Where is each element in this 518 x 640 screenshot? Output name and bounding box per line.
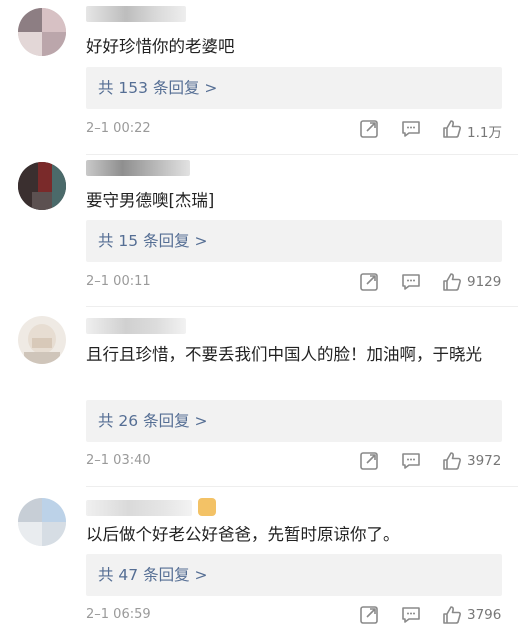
comment-icon[interactable] <box>400 271 422 293</box>
view-replies-button[interactable]: 共 26 条回复 > <box>86 400 502 442</box>
view-replies-button[interactable]: 共 153 条回复 > <box>86 67 502 109</box>
comment-time: 2–1 03:40 <box>86 453 151 468</box>
thumbs-up-icon[interactable] <box>441 450 463 472</box>
comment-text: 以后做个好老公好爸爸，先暂时原谅你了。 <box>86 525 400 544</box>
avatar[interactable] <box>18 8 66 56</box>
comment-time: 2–1 06:59 <box>86 607 151 622</box>
comment-text: 好好珍惜你的老婆吧 <box>86 37 235 56</box>
share-icon[interactable] <box>358 118 380 140</box>
username-blurred[interactable] <box>86 6 186 22</box>
comment-time: 2–1 00:22 <box>86 121 151 136</box>
username-blurred[interactable] <box>86 318 186 334</box>
share-icon[interactable] <box>358 271 380 293</box>
comment-meta: 2–1 00:11 9129 <box>86 271 502 295</box>
comment-icon[interactable] <box>400 118 422 140</box>
divider <box>86 486 518 487</box>
view-replies-button[interactable]: 共 15 条回复 > <box>86 220 502 262</box>
like-count: 3972 <box>467 453 502 469</box>
divider <box>86 154 518 155</box>
comment-time: 2–1 00:11 <box>86 274 151 289</box>
badge-icon <box>198 498 216 516</box>
comment-text: 且行且珍惜，不要丢我们中国人的脸！加油啊，于晓光 <box>86 345 482 364</box>
share-icon[interactable] <box>358 450 380 472</box>
comment-icon[interactable] <box>400 450 422 472</box>
comment-meta: 2–1 03:40 3972 <box>86 450 502 474</box>
avatar[interactable] <box>18 162 66 210</box>
avatar[interactable] <box>18 316 66 364</box>
like-count: 3796 <box>467 607 502 623</box>
thumbs-up-icon[interactable] <box>441 118 463 140</box>
username-blurred[interactable] <box>86 500 192 516</box>
like-count: 1.1万 <box>467 125 502 141</box>
avatar[interactable] <box>18 498 66 546</box>
comment-meta: 2–1 00:22 1.1万 <box>86 118 502 142</box>
thumbs-up-icon[interactable] <box>441 271 463 293</box>
thumbs-up-icon[interactable] <box>441 604 463 626</box>
comment-text: 要守男德噢[杰瑞] <box>86 191 215 210</box>
username-blurred[interactable] <box>86 160 190 176</box>
like-count: 9129 <box>467 274 502 290</box>
comment-icon[interactable] <box>400 604 422 626</box>
view-replies-button[interactable]: 共 47 条回复 > <box>86 554 502 596</box>
share-icon[interactable] <box>358 604 380 626</box>
divider <box>86 306 518 307</box>
comment-meta: 2–1 06:59 3796 <box>86 604 502 628</box>
comment-item: 好好珍惜你的老婆吧 共 153 条回复 > 2–1 00:22 1.1万 <box>0 0 518 160</box>
